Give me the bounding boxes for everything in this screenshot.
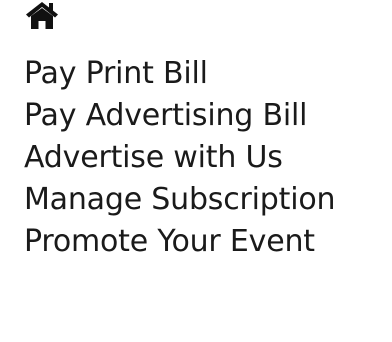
menu-item: Promote Your Event xyxy=(24,221,392,263)
menu-item: Manage Subscription xyxy=(24,179,392,221)
pay-advertising-bill-link[interactable]: Pay Advertising Bill xyxy=(24,95,392,137)
home-link[interactable] xyxy=(24,0,60,32)
menu-item: Pay Print Bill xyxy=(24,53,392,95)
site-nav: Pay Print Bill Pay Advertising Bill Adve… xyxy=(24,0,392,263)
advertise-with-us-link[interactable]: Advertise with Us xyxy=(24,137,392,179)
manage-subscription-link[interactable]: Manage Subscription xyxy=(24,179,392,221)
menu-item: Advertise with Us xyxy=(24,137,392,179)
pay-print-bill-link[interactable]: Pay Print Bill xyxy=(24,53,392,95)
main-menu: Pay Print Bill Pay Advertising Bill Adve… xyxy=(24,53,392,263)
menu-item: Pay Advertising Bill xyxy=(24,95,392,137)
home-icon xyxy=(26,2,58,29)
promote-your-event-link[interactable]: Promote Your Event xyxy=(24,221,392,263)
